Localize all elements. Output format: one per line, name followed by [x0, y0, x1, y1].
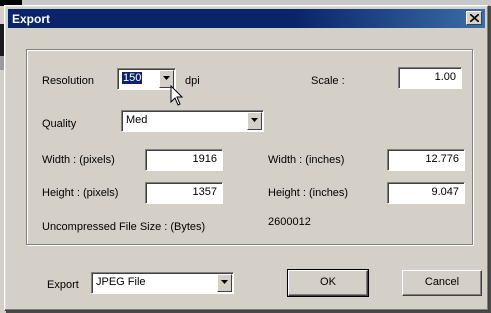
chevron-down-icon	[163, 76, 170, 80]
scale-label: Scale :	[311, 75, 345, 87]
cancel-button[interactable]: Cancel	[402, 270, 482, 296]
width-pixels-field[interactable]: 1916	[145, 149, 223, 171]
resolution-unit: dpi	[185, 75, 200, 87]
export-format-combobox[interactable]: JPEG File	[91, 272, 234, 294]
quality-combobox[interactable]: Med	[121, 110, 264, 132]
width-pixels-label: Width : (pixels)	[42, 154, 115, 166]
chevron-down-icon	[251, 118, 258, 122]
mouse-pointer-icon	[170, 85, 184, 106]
quality-value: Med	[126, 114, 148, 126]
chevron-down-icon	[221, 280, 228, 284]
dialog-title: Export	[12, 12, 51, 26]
export-format-dropdown-button[interactable]	[217, 274, 232, 292]
height-inches-label: Height : (inches)	[268, 187, 349, 199]
scale-field[interactable]: 1.00	[398, 67, 462, 89]
height-pixels-label: Height : (pixels)	[42, 187, 119, 199]
dialog-titlebar[interactable]: Export	[8, 9, 485, 28]
filesize-label: Uncompressed File Size : (Bytes)	[42, 221, 206, 233]
quality-label: Quality	[42, 118, 77, 130]
width-inches-field[interactable]: 12.776	[387, 149, 465, 171]
export-format-label: Export	[47, 279, 79, 291]
height-pixels-field[interactable]: 1357	[145, 182, 223, 204]
export-dialog: Export Resolution 150 dpi Scale : 1.00 Q…	[4, 5, 489, 311]
close-button[interactable]	[466, 11, 482, 25]
filesize-value: 2600012	[268, 216, 311, 228]
export-format-value: JPEG File	[96, 276, 146, 288]
width-inches-label: Width : (inches)	[268, 154, 345, 166]
resolution-combobox[interactable]: 150	[117, 68, 176, 90]
resolution-label: Resolution	[42, 75, 94, 87]
close-icon	[470, 14, 479, 22]
height-inches-field[interactable]: 9.047	[387, 182, 465, 204]
quality-dropdown-button[interactable]	[247, 112, 262, 130]
resolution-value: 150	[122, 72, 143, 84]
ok-button[interactable]: OK	[287, 269, 369, 297]
